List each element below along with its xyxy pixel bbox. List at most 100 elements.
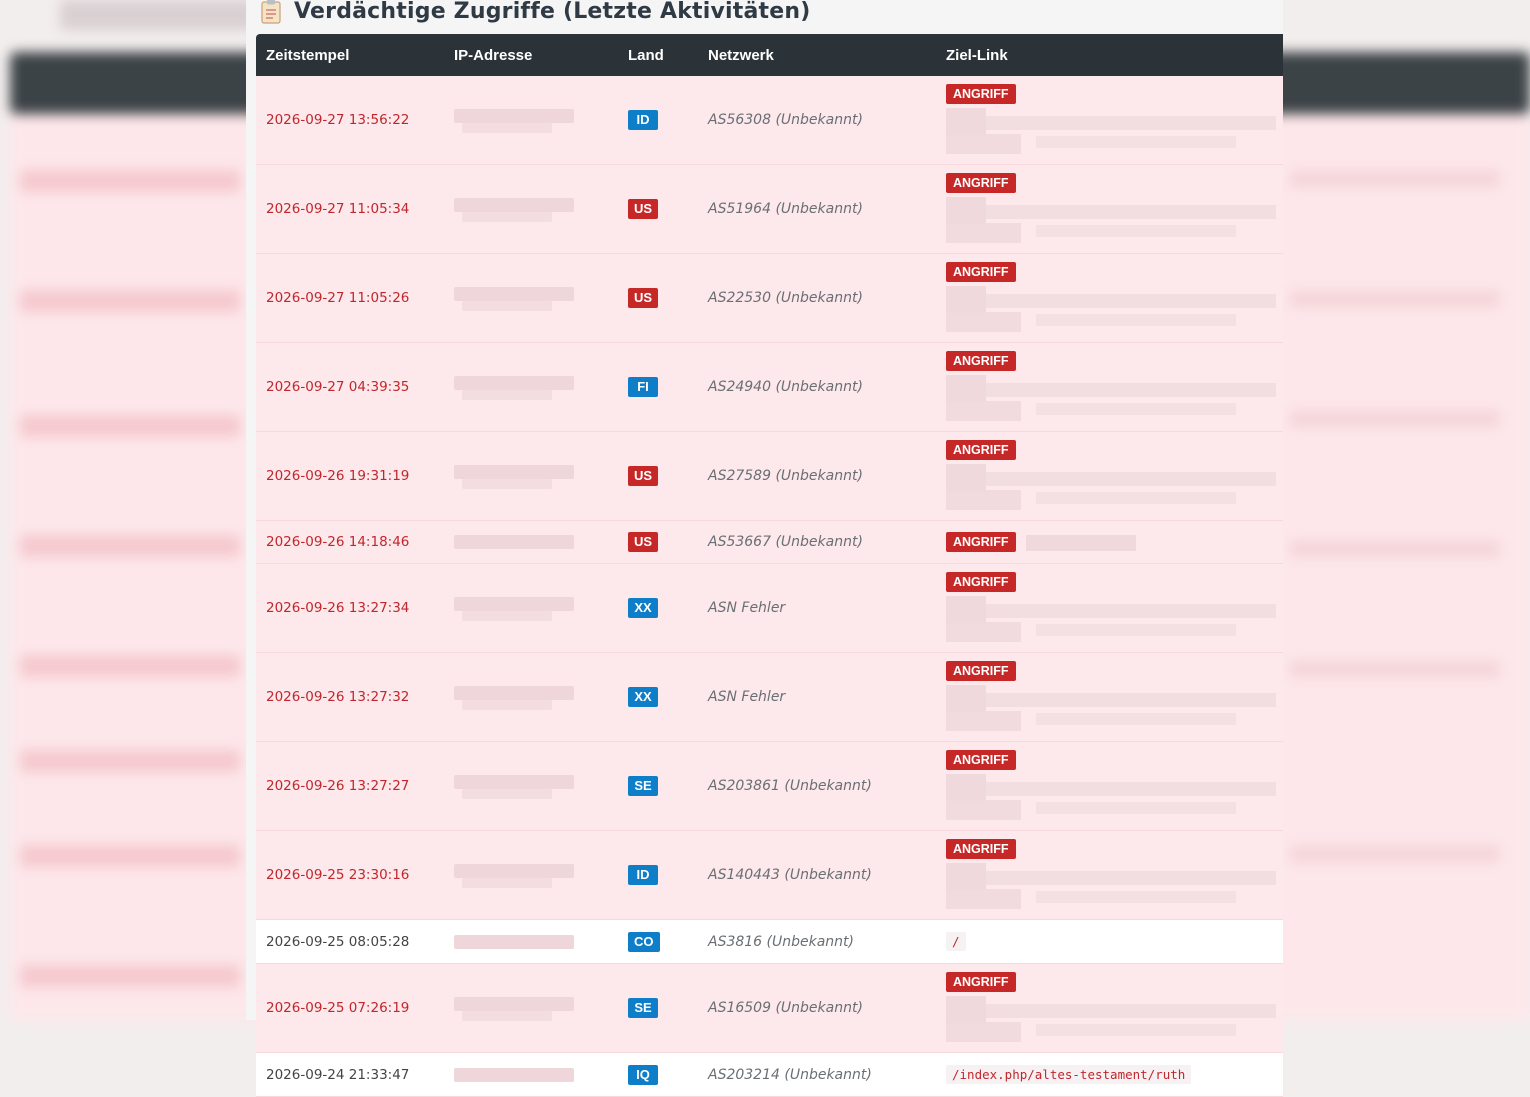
redacted-link [946,286,1276,334]
background-stripe [20,655,240,677]
background-stripe [20,845,240,867]
network-label: ASN Fehler [708,600,786,616]
table-row[interactable]: 2026-09-26 19:31:19 US AS27589 (Unbekannt… [256,431,1283,521]
network-cell: AS27589 (Unbekannt) [698,431,936,521]
timestamp-cell: 2026-09-27 11:05:26 [256,253,444,343]
timestamp-cell: 2026-09-25 08:05:28 [256,919,444,964]
redacted-ip [454,769,574,803]
country-flag-badge: US [628,199,659,219]
target-link-cell[interactable]: ANGRIFF [936,830,1283,920]
background-stripe [1290,540,1500,558]
ip-cell [444,963,618,1053]
table-row[interactable]: 2026-09-25 08:05:28 CO AS3816 (Unbekannt)… [256,919,1283,964]
network-cell: ASN Fehler [698,652,936,742]
background-stripe [20,170,240,192]
network-cell: AS3816 (Unbekannt) [698,919,936,964]
country-cell: XX [618,652,698,742]
network-cell: AS140443 (Unbekannt) [698,830,936,920]
table-row[interactable]: 2026-09-26 13:27:32 XX ASN Fehler ANGRIFF [256,652,1283,742]
column-header-timestamp[interactable]: Zeitstempel [256,34,444,76]
country-flag-badge: ID [628,865,658,885]
target-link-cell[interactable]: ANGRIFF [936,431,1283,521]
column-header-country[interactable]: Land [618,34,698,76]
country-flag-badge: US [628,288,659,308]
redacted-ip [454,370,574,404]
timestamp-cell: 2026-09-26 13:27:27 [256,741,444,831]
timestamp-cell: 2026-09-25 23:30:16 [256,830,444,920]
target-path[interactable]: / [946,932,966,951]
network-cell: AS22530 (Unbekannt) [698,253,936,343]
country-cell: SE [618,741,698,831]
ip-cell [444,431,618,521]
country-flag-badge: XX [628,598,658,618]
target-link-cell[interactable]: ANGRIFF [936,253,1283,343]
redacted-link [946,863,1276,911]
target-path[interactable]: /index.php/altes-testament/ruth [946,1065,1192,1084]
background-stripe [1290,290,1500,308]
network-label: AS53667 (Unbekannt) [708,534,863,550]
redacted-ip [454,1058,574,1092]
network-cell: AS53667 (Unbekannt) [698,520,936,564]
ip-cell [444,76,618,165]
target-link-cell[interactable]: ANGRIFF [936,563,1283,653]
target-link-cell[interactable]: ANGRIFF [936,652,1283,742]
redacted-link [946,685,1276,733]
network-label: AS3816 (Unbekannt) [708,933,855,950]
table-row[interactable]: 2026-09-25 07:26:19 SE AS16509 (Unbekannt… [256,963,1283,1053]
table-row[interactable]: 2026-09-25 23:30:16 ID AS140443 (Unbekann… [256,830,1283,920]
network-label: AS16509 (Unbekannt) [708,1000,863,1016]
timestamp-cell: 2026-09-26 14:18:46 [256,520,444,564]
redacted-link [946,108,1276,156]
table-row[interactable]: 2026-09-26 13:27:34 XX ASN Fehler ANGRIFF [256,563,1283,653]
ip-cell [444,563,618,653]
target-link-cell[interactable]: ANGRIFF [936,164,1283,254]
country-flag-badge: SE [628,776,658,796]
access-log-table: Zeitstempel IP-Adresse Land Netzwerk Zie… [256,34,1283,1097]
timestamp-cell: 2026-09-26 19:31:19 [256,431,444,521]
ip-cell [444,830,618,920]
network-cell: AS203861 (Unbekannt) [698,741,936,831]
attack-badge: ANGRIFF [946,173,1016,193]
country-flag-badge: US [628,532,659,552]
redacted-link [1025,533,1136,551]
target-link-cell[interactable]: ANGRIFF [936,76,1283,165]
attack-badge: ANGRIFF [946,84,1016,104]
table-row[interactable]: 2026-09-26 14:18:46 US AS53667 (Unbekannt… [256,520,1283,564]
ip-cell [444,520,618,564]
target-link-cell[interactable]: ANGRIFF [936,342,1283,432]
column-header-target-link[interactable]: Ziel-Link [936,34,1283,76]
table-row[interactable]: 2026-09-27 13:56:22 ID AS56308 (Unbekannt… [256,76,1283,165]
table-row[interactable]: 2026-09-27 04:39:35 FI AS24940 (Unbekannt… [256,342,1283,432]
target-link-cell[interactable]: /index.php/altes-testament/ruth [936,1052,1283,1097]
country-cell: ID [618,76,698,165]
ip-cell [444,253,618,343]
country-flag-badge: ID [628,110,658,130]
attack-badge: ANGRIFF [946,351,1016,371]
target-link-cell[interactable]: ANGRIFF [936,520,1283,564]
table-row[interactable]: 2026-09-24 21:33:47 IQ AS203214 (Unbekann… [256,1052,1283,1097]
network-cell: AS203214 (Unbekannt) [698,1052,936,1097]
ip-cell [444,741,618,831]
redacted-ip [454,925,574,959]
table-header-row: Zeitstempel IP-Adresse Land Netzwerk Zie… [256,34,1283,76]
timestamp-cell: 2026-09-27 11:05:34 [256,164,444,254]
column-header-network[interactable]: Netzwerk [698,34,936,76]
background-stripe [1290,410,1500,428]
column-header-ip[interactable]: IP-Adresse [444,34,618,76]
table-row[interactable]: 2026-09-27 11:05:34 US AS51964 (Unbekannt… [256,164,1283,254]
network-label: AS56308 (Unbekannt) [708,112,863,128]
card-header: Verdächtige Zugriffe (Letzte Aktivitäten… [260,0,810,28]
network-label: AS140443 (Unbekannt) [708,867,872,883]
table-row[interactable]: 2026-09-27 11:05:26 US AS22530 (Unbekannt… [256,253,1283,343]
table-row[interactable]: 2026-09-26 13:27:27 SE AS203861 (Unbekann… [256,741,1283,831]
target-link-cell[interactable]: / [936,919,1283,964]
target-link-cell[interactable]: ANGRIFF [936,963,1283,1053]
country-cell: US [618,520,698,564]
country-cell: SE [618,963,698,1053]
country-cell: CO [618,919,698,964]
target-link-cell[interactable]: ANGRIFF [936,741,1283,831]
country-cell: IQ [618,1052,698,1097]
background-stripe [1290,845,1500,863]
background-stripe [20,415,240,437]
redacted-link [946,774,1276,822]
